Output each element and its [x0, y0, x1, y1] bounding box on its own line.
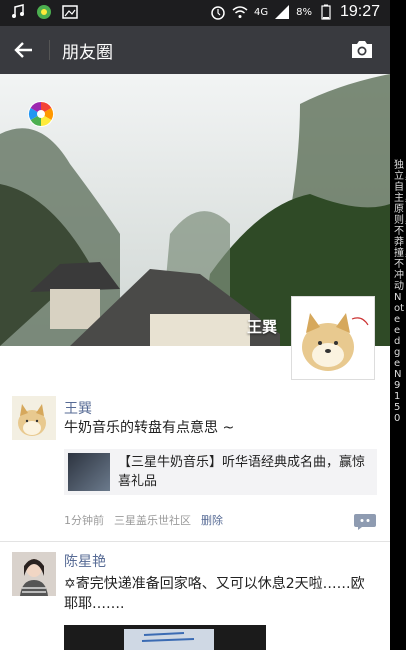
moments-screen: 4G 8% 19:27 朋友圈 王巽 王巽 牛奶音乐的转盘有点意思 ~ 【三星牛… [0, 0, 390, 650]
post-meta: 1分钟前 三星盖乐世社区 删除 [64, 512, 223, 528]
post-photo[interactable] [64, 625, 266, 650]
action-bar: 朋友圈 [0, 26, 390, 74]
link-thumbnail [68, 453, 110, 491]
post-divider [0, 541, 390, 542]
link-title: 【三星牛奶音乐】听华语经典成名曲，赢惊喜礼品 [118, 455, 366, 489]
doge-avatar-image [12, 396, 56, 440]
camera-icon[interactable] [350, 38, 374, 60]
post-text: 牛奶音乐的转盘有点意思 ~ [64, 420, 235, 436]
cover-avatar[interactable] [291, 296, 375, 380]
comment-icon[interactable] [354, 514, 376, 530]
avatar[interactable] [12, 552, 56, 596]
post-author[interactable]: 王巽 [64, 398, 92, 418]
watermark-text: 独立，自主，原则，不莽撞，不冲动 Note edge N9150 [394, 160, 406, 424]
app-notification-icon [37, 5, 51, 19]
music-note-icon [12, 4, 24, 18]
wifi-icon [232, 6, 248, 18]
page-title: 朋友圈 [62, 43, 113, 62]
network-type: 4G [253, 6, 269, 18]
delete-link[interactable]: 删除 [201, 512, 223, 528]
battery-icon [321, 4, 331, 20]
image-icon [62, 5, 78, 19]
divider [49, 40, 50, 60]
post-time: 1分钟前 [64, 514, 104, 527]
signal-icon [275, 5, 290, 19]
clock: 19:27 [339, 3, 380, 20]
album-colorwheel-icon[interactable] [27, 100, 55, 128]
cover-username[interactable]: 王巽 [247, 316, 277, 337]
user-photo-image [12, 552, 56, 596]
back-arrow-icon[interactable] [12, 38, 36, 62]
alarm-icon [211, 6, 225, 20]
shared-link-card[interactable]: 【三星牛奶音乐】听华语经典成名曲，赢惊喜礼品 [64, 449, 377, 495]
doge-avatar-image [292, 297, 374, 379]
post-author[interactable]: 陈星艳 [64, 551, 106, 571]
status-bar: 4G 8% 19:27 [0, 0, 390, 26]
avatar[interactable] [12, 396, 56, 440]
photo-image [64, 625, 266, 650]
post-source[interactable]: 三星盖乐世社区 [114, 512, 191, 528]
post-text: ✡寄完快递准备回家咯、又可以休息2天啦……欧耶耶……. [64, 576, 365, 612]
battery-percent: 8% [296, 6, 312, 18]
